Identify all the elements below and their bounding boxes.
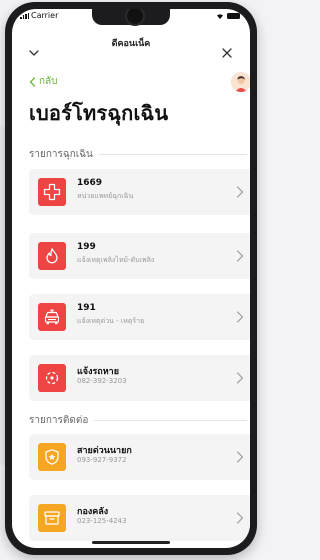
fire-icon [38,242,66,270]
card-subtitle: แจ้งเหตุเพลิงไหม้-ดับเพลิง [77,256,155,264]
medical-cross-icon [38,178,66,206]
user-avatar-icon [231,72,250,92]
card-title: 199 [77,242,96,252]
wifi-icon [217,14,223,19]
close-icon [222,48,232,58]
status-right [216,13,240,19]
section-label: รายการติดต่อ [29,414,89,426]
card-subtitle: 093-927-9372 [77,456,127,464]
police-car-icon [38,303,66,331]
contact-card-mayor-hotline[interactable]: สายด่วนนายก 093-927-9372 [29,434,250,480]
back-label: กลับ [39,76,58,87]
chevron-right-icon [236,372,244,384]
target-icon [38,364,66,392]
section-label: รายการฉุกเฉิน [29,148,93,160]
card-subtitle: 082-392-3203 [77,377,127,385]
card-subtitle: หน่วยแพทย์ฉุกเฉิน [77,192,134,200]
battery-icon [227,13,240,19]
archive-icon [38,504,66,532]
contact-card-191[interactable]: 191 แจ้งเหตุด่วน - เหตุร้าย [29,294,250,340]
app-screen: Carrier 9:41 AM ดีคอนเน็ค [12,9,250,548]
card-subtitle: แจ้งเหตุด่วน - เหตุร้าย [77,317,145,325]
card-title: แจ้งรถหาย [77,367,120,377]
contact-card-lost-car[interactable]: แจ้งรถหาย 082-392-3203 [29,355,250,401]
close-button[interactable] [219,45,235,61]
card-title: 1669 [77,178,103,188]
contact-card-1669[interactable]: 1669 หน่วยแพทย์ฉุกเฉิน [29,169,250,215]
shield-star-icon [38,443,66,471]
collapse-button[interactable] [26,45,42,61]
chevron-right-icon [236,311,244,323]
avatar[interactable] [231,72,250,92]
section-emergency-header: รายการฉุกเฉิน [29,147,250,161]
chevron-down-icon [29,50,39,56]
contact-card-199[interactable]: 199 แจ้งเหตุเพลิงไหม้-ดับเพลิง [29,233,250,279]
app-bar: ดีคอนเน็ค [12,31,250,61]
contact-card-treasury[interactable]: กองคลัง 023-125-4243 [29,495,250,541]
header-row: กลับ [12,72,250,94]
section-contacts-header: รายการติดต่อ [29,413,250,427]
home-indicator[interactable] [92,541,170,544]
chevron-right-icon [236,186,244,198]
chevron-right-icon [236,512,244,524]
chevron-right-icon [236,250,244,262]
section-divider [98,153,247,155]
app-title: ดีคอนเน็ค [111,39,151,49]
card-subtitle: 023-125-4243 [77,517,127,525]
card-title: สายด่วนนายก [77,446,132,456]
chevron-left-icon [29,76,36,87]
chevron-right-icon [236,451,244,463]
back-button[interactable]: กลับ [29,74,58,89]
page-title: เบอร์โทรฉุกเฉิน [29,101,169,125]
section-divider [94,419,247,421]
card-title: กองคลัง [77,507,109,517]
phone-frame: Carrier 9:41 AM ดีคอนเน็ค [5,2,257,555]
card-title: 191 [77,303,96,313]
